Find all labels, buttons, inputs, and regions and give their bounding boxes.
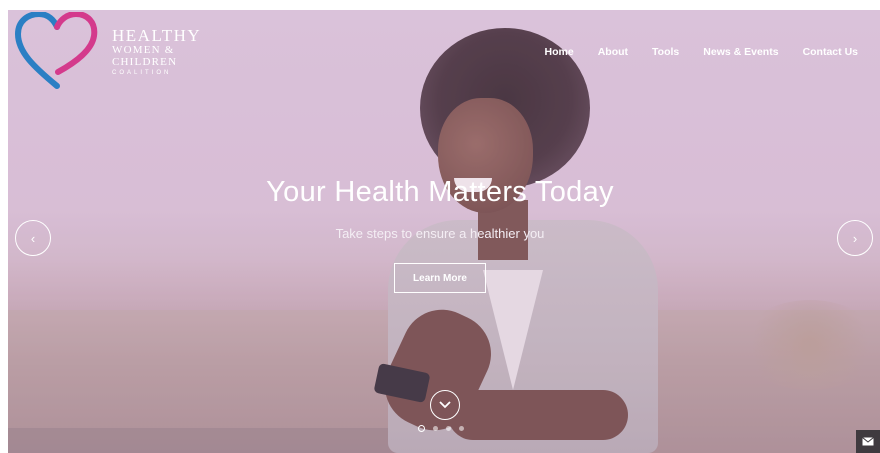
slider-pagination: [418, 425, 464, 432]
heart-logo-icon: [14, 10, 98, 89]
chevron-down-icon: [439, 401, 451, 409]
contact-mail-button[interactable]: [856, 430, 880, 453]
nav-tools[interactable]: Tools: [652, 46, 679, 58]
slider-dot-4[interactable]: [459, 426, 464, 431]
chevron-right-icon: ›: [852, 230, 858, 246]
hero-subtext: Take steps to ensure a healthier you: [335, 226, 545, 241]
main-nav: Home About Tools News & Events Contact U…: [545, 46, 858, 58]
slider-dot-3[interactable]: [446, 426, 451, 431]
nav-contact-us[interactable]: Contact Us: [803, 46, 858, 58]
slider-dot-2[interactable]: [433, 426, 438, 431]
envelope-icon: [862, 437, 874, 446]
logo-wordmark: HEALTHY WOMEN & CHILDREN COALITION: [112, 27, 201, 76]
logo-line-healthy: HEALTHY: [112, 26, 202, 45]
logo-line-women: WOMEN &: [112, 44, 175, 56]
nav-about[interactable]: About: [598, 46, 628, 58]
page: HEALTHY WOMEN & CHILDREN COALITION Home …: [0, 0, 880, 453]
learn-more-button[interactable]: Learn More: [394, 263, 486, 293]
logo-line-coalition: COALITION: [112, 70, 172, 76]
hero-headline: Your Health Matters Today: [266, 176, 614, 208]
nav-home[interactable]: Home: [545, 46, 574, 58]
slider-dot-1[interactable]: [418, 425, 425, 432]
scroll-down-button[interactable]: [430, 390, 460, 420]
chevron-left-icon: ‹: [30, 230, 36, 246]
slider-prev-button[interactable]: ‹: [15, 220, 51, 256]
slider-next-button[interactable]: ›: [837, 220, 873, 256]
site-logo[interactable]: HEALTHY WOMEN & CHILDREN COALITION: [14, 10, 200, 89]
logo-line-children: CHILDREN: [112, 56, 178, 68]
nav-news-events[interactable]: News & Events: [703, 46, 778, 58]
